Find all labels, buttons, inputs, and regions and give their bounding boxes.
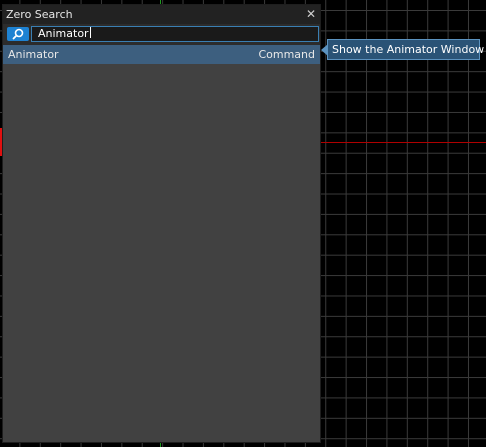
- window-title: Zero Search: [6, 8, 73, 21]
- result-name: Animator: [8, 48, 59, 61]
- search-button[interactable]: [7, 27, 29, 41]
- result-row-selected[interactable]: Animator Command: [3, 45, 320, 64]
- text-caret: [89, 27, 91, 38]
- search-input[interactable]: Animator: [31, 26, 319, 42]
- zero-search-window: Zero Search ✕ Animator Animator Command: [2, 4, 321, 443]
- search-bar: Animator: [3, 24, 320, 45]
- result-tooltip: Show the Animator Window: [327, 39, 484, 60]
- search-input-value: Animator: [38, 27, 89, 40]
- y-axis-marker-bottom: [160, 443, 161, 447]
- search-icon: [12, 28, 24, 40]
- result-type: Command: [258, 48, 315, 61]
- tooltip-text: Show the Animator Window: [332, 43, 485, 56]
- window-titlebar[interactable]: Zero Search ✕: [3, 5, 320, 24]
- close-icon[interactable]: ✕: [305, 8, 317, 20]
